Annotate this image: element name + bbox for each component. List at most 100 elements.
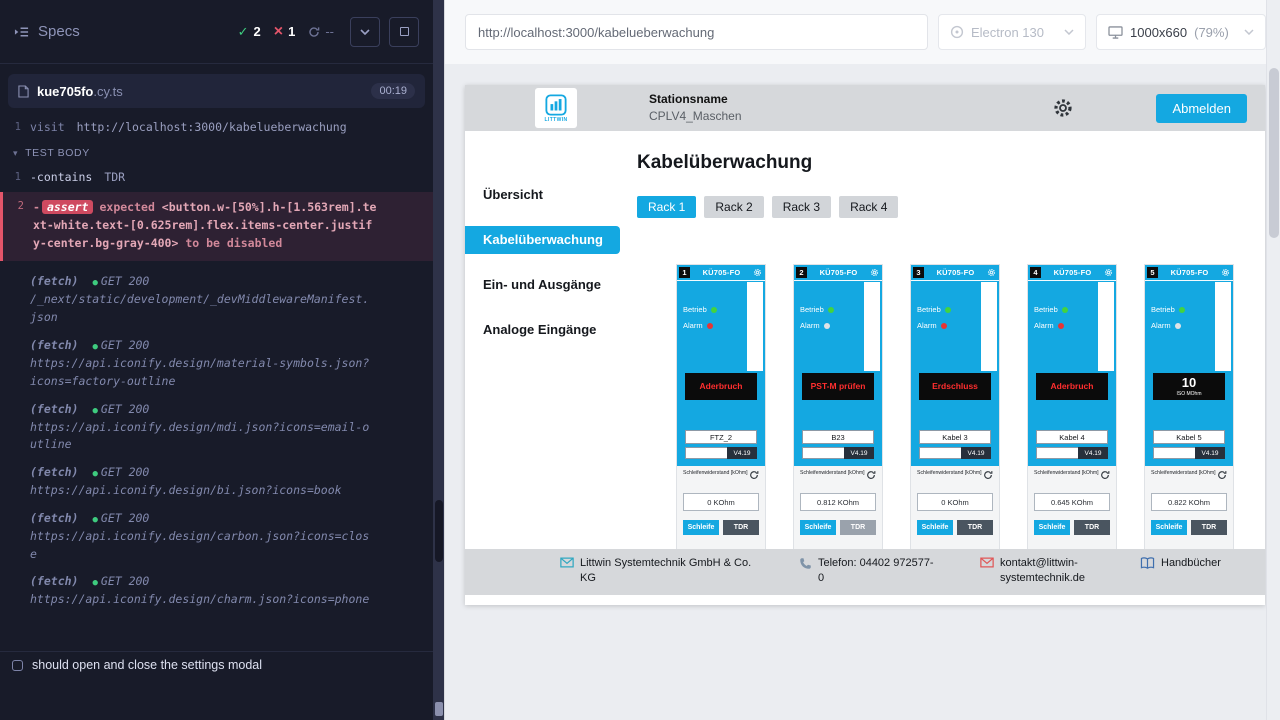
resistance-value[interactable]: 0.645 KOhm [1034,493,1110,511]
preview-scrollbar[interactable] [1266,0,1280,720]
fetch-log-row[interactable]: (fetch)●GET 200https://api.iconify.desig… [0,332,433,396]
tdr-button[interactable]: TDR [840,520,876,535]
tab-rack-3[interactable]: Rack 3 [772,196,831,218]
resistance-value[interactable]: 0 KOhm [917,493,993,511]
browser-selector[interactable]: Electron 130 [938,14,1086,50]
schleife-button[interactable]: Schleife [800,520,836,535]
device-card-1: 1 KÜ705-FO Betrieb Alarm Ade [676,264,766,549]
gear-icon[interactable] [987,268,996,277]
x-icon: × [274,24,283,40]
scrollbar-bottom[interactable] [435,702,443,716]
level-strip [864,282,880,371]
cable-name-field[interactable]: Kabel 4 [1036,430,1108,444]
footer-phone: Telefon: 04402 972577-0 [799,556,936,595]
status-display: Aderbruch [1036,373,1108,400]
footer-manuals-link[interactable]: Handbücher [1140,556,1221,595]
device-number: 5 [1147,267,1158,278]
sidebar-item-analoge-eingaenge[interactable]: Analoge Eingänge [465,316,620,344]
betrieb-led [711,307,717,313]
gear-icon[interactable] [1221,268,1230,277]
gear-icon[interactable] [753,268,762,277]
station-info: Stationsname CPLV4_Maschen [649,91,742,125]
reporter-scrollbar[interactable] [433,0,445,720]
alarm-indicator: Alarm [800,321,864,330]
reporter-header: Specs ✓2 ×1 -- [0,0,433,64]
tab-rack-4[interactable]: Rack 4 [839,196,898,218]
status-display: 10 ISO MOhm [1153,373,1225,400]
scrollbar-thumb[interactable] [435,500,443,562]
collapse-all-button[interactable] [350,17,380,47]
resistance-value[interactable]: 0.822 KOhm [1151,493,1227,511]
cable-name-field[interactable]: B23 [802,430,874,444]
refresh-icon[interactable] [749,470,759,480]
spec-file-row[interactable]: kue705fo.cy.ts 00:19 [8,74,425,108]
station-label: Stationsname [649,91,742,108]
refresh-icon[interactable] [1217,470,1227,480]
url-input[interactable] [465,14,928,50]
refresh-icon[interactable] [1100,470,1110,480]
status-dot: ● [92,406,97,416]
preview-panel: Electron 130 1000x660 (79%) LITTWIN Stat… [445,0,1280,720]
tdr-button[interactable]: TDR [723,520,759,535]
sidebar-item-ein-und-ausgaenge[interactable]: Ein- und Ausgänge [465,271,620,299]
status-text: Aderbruch [1051,382,1094,391]
resistance-label: Schleifenwiderstand [kOhm] [917,470,982,476]
logo-text: LITTWIN [544,117,567,123]
sidebar-item-kabelueberwachung[interactable]: Kabelüberwachung [465,226,620,254]
command-contains[interactable]: 1 -contains TDR [0,166,433,188]
littwin-logo: LITTWIN [535,88,577,128]
schleife-button[interactable]: Schleife [917,520,953,535]
schleife-button[interactable]: Schleife [1034,520,1070,535]
stop-run-button[interactable] [389,17,419,47]
test-body-section[interactable]: ▾ TEST BODY [0,138,433,166]
logout-button[interactable]: Abmelden [1156,94,1247,123]
sidebar-item-uebersicht[interactable]: Übersicht [465,181,620,209]
betrieb-indicator: Betrieb [1151,305,1215,314]
fetch-log-row[interactable]: (fetch)●GET 200https://api.iconify.desig… [0,396,433,460]
specs-menu[interactable]: Specs [14,23,80,40]
viewport-selector[interactable]: 1000x660 (79%) [1096,14,1266,50]
specs-label: Specs [38,23,80,40]
refresh-icon[interactable] [866,470,876,480]
version-row: V4.19 [802,447,874,459]
tab-rack-1[interactable]: Rack 1 [637,196,696,218]
cable-name-field[interactable]: FTZ_2 [685,430,757,444]
station-value: CPLV4_Maschen [649,109,742,123]
next-test-row[interactable]: should open and close the settings modal [0,651,433,678]
schleife-button[interactable]: Schleife [683,520,719,535]
resistance-value[interactable]: 0 KOhm [683,493,759,511]
book-icon [1140,557,1155,595]
settings-gear-icon[interactable] [1052,97,1074,119]
fetch-log-row[interactable]: (fetch)●GET 200https://api.iconify.desig… [0,505,433,569]
fetch-log-row[interactable]: (fetch)●GET 200/_next/static/development… [0,268,433,332]
tdr-button[interactable]: TDR [957,520,993,535]
gear-icon[interactable] [1104,268,1113,277]
command-visit[interactable]: 1 visit http://localhost:3000/kabelueber… [0,116,433,138]
resistance-value[interactable]: 0.812 KOhm [800,493,876,511]
tab-rack-2[interactable]: Rack 2 [704,196,763,218]
failed-assert-row[interactable]: 2 -assertexpected <button.w-[50%].h-[1.5… [0,192,433,261]
refresh-icon[interactable] [983,470,993,480]
fetch-log-row[interactable]: (fetch)●GET 200https://api.iconify.desig… [0,459,433,505]
betrieb-indicator: Betrieb [800,305,864,314]
assert-message: -assertexpected <button.w-[50%].h-[1.563… [33,199,378,252]
gear-icon[interactable] [870,268,879,277]
scrollbar-thumb[interactable] [1269,68,1279,238]
version-row: V4.19 [685,447,757,459]
cable-name-field[interactable]: Kabel 5 [1153,430,1225,444]
resistance-label: Schleifenwiderstand [kOhm] [1151,470,1216,476]
schleife-button[interactable]: Schleife [1151,520,1187,535]
status-dot: ● [92,278,97,288]
alarm-led [1175,323,1181,329]
alarm-indicator: Alarm [683,321,747,330]
fetch-log-row[interactable]: (fetch)●GET 200https://api.iconify.desig… [0,568,433,614]
betrieb-indicator: Betrieb [683,305,747,314]
cable-name-field[interactable]: Kabel 3 [919,430,991,444]
tdr-button[interactable]: TDR [1074,520,1110,535]
betrieb-indicator: Betrieb [917,305,981,314]
firmware-version: V4.19 [727,447,757,459]
tdr-button[interactable]: TDR [1191,520,1227,535]
status-dot: ● [92,469,97,479]
device-number: 1 [679,267,690,278]
assert-badge: assert [42,200,94,214]
